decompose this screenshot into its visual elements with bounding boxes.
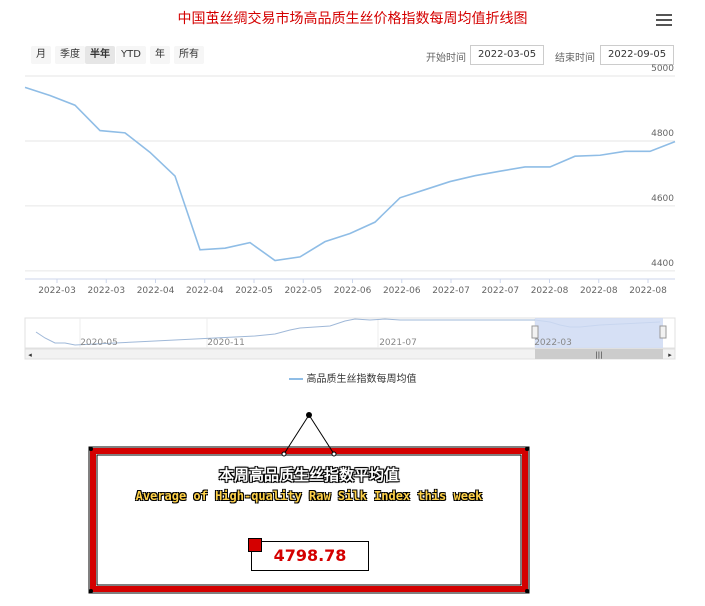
x-tick-label: 2022-07 bbox=[432, 286, 470, 296]
chart-area: 4400 4600 4800 5000 2022-03 2022-03 2022-04 202… bbox=[24, 64, 676, 360]
x-tick-label: 2022-03 bbox=[38, 286, 76, 296]
x-tick-label: 2022-07 bbox=[481, 286, 519, 296]
x-tick-label: 2022-08 bbox=[580, 286, 618, 296]
x-tick-label: 2022-05 bbox=[284, 286, 322, 296]
weekly-average-panel: 本周高品质生丝指数平均值 Average of High-quality Raw… bbox=[88, 446, 530, 594]
legend-label: 高品质生丝指数每周均值 bbox=[306, 374, 417, 385]
scrollbar-grip: ||| bbox=[595, 351, 602, 359]
y-tick-label: 4400 bbox=[651, 259, 674, 269]
y-tick-label: 5000 bbox=[651, 64, 674, 74]
navigator-handle-left bbox=[531, 325, 539, 339]
x-tick-label: 2022-04 bbox=[186, 286, 224, 296]
x-tick-label: 2022-05 bbox=[235, 286, 273, 296]
panel-title-en: Average of High-quality Raw Silk Index t… bbox=[135, 489, 483, 503]
navigator-label: 2022-03 bbox=[534, 338, 572, 348]
panel-pointer bbox=[281, 412, 337, 457]
panel-title-cn: 本周高品质生丝指数平均值 bbox=[218, 466, 399, 484]
x-tick-label: 2022-06 bbox=[334, 286, 372, 296]
scroll-right-arrow: ▸ bbox=[668, 351, 672, 359]
navigator-label: 2020-05 bbox=[80, 338, 118, 348]
x-tick-label: 2022-08 bbox=[531, 286, 569, 296]
navigator-label: 2021-07 bbox=[379, 338, 417, 348]
value-marker bbox=[248, 538, 262, 552]
legend[interactable]: 高品质生丝指数每周均值 bbox=[0, 370, 705, 385]
x-tick-label: 2022-06 bbox=[383, 286, 421, 296]
weekly-average-value: 4798.78 bbox=[251, 541, 369, 571]
navigator-handle-right bbox=[659, 325, 667, 339]
x-tick-label: 2022-03 bbox=[87, 286, 125, 296]
scroll-left-arrow: ◂ bbox=[28, 351, 32, 359]
navigator-label: 2020-11 bbox=[207, 338, 245, 348]
legend-swatch bbox=[288, 378, 303, 380]
x-tick-label: 2022-08 bbox=[629, 286, 667, 296]
x-tick-label: 2022-04 bbox=[137, 286, 175, 296]
y-tick-label: 4800 bbox=[651, 129, 674, 139]
y-tick-label: 4600 bbox=[651, 194, 674, 204]
